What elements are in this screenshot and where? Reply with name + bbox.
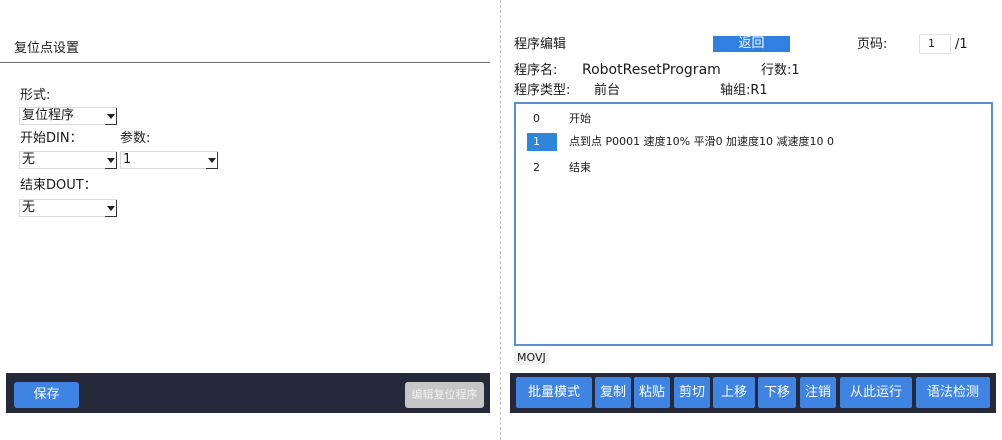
copy-button[interactable]: 复制 bbox=[595, 377, 631, 408]
panel-divider bbox=[500, 0, 501, 440]
line-code: 结束 bbox=[569, 161, 591, 174]
end-dout-select[interactable]: 无 bbox=[19, 199, 117, 217]
line-number: 1 bbox=[527, 133, 557, 151]
program-type: 前台 bbox=[594, 83, 621, 98]
axis-group: 轴组:R1 bbox=[720, 83, 768, 98]
page-label: 页码: bbox=[857, 37, 888, 52]
return-button[interactable]: 返回 bbox=[713, 36, 790, 52]
batch-mode-button[interactable]: 批量模式 bbox=[516, 377, 592, 408]
program-type-label: 程序类型: bbox=[514, 83, 571, 98]
program-name: RobotResetProgram bbox=[582, 62, 721, 78]
run-from-here-button[interactable]: 从此运行 bbox=[840, 377, 912, 408]
param-select[interactable]: 1 bbox=[120, 151, 218, 169]
move-down-button[interactable]: 下移 bbox=[758, 377, 796, 408]
instruction-tag: MOVJ bbox=[514, 350, 549, 365]
line-count: 行数:1 bbox=[761, 63, 800, 78]
form-label: 形式: bbox=[20, 88, 51, 103]
start-din-select[interactable]: 无 bbox=[19, 151, 117, 169]
page-number-input[interactable]: 1 bbox=[919, 34, 951, 54]
form-select[interactable]: 复位程序 bbox=[19, 107, 117, 125]
program-editor[interactable]: 0 开始 1 点到点 P0001 速度10% 平滑0 加速度10 减速度10 0… bbox=[514, 102, 993, 346]
chevron-down-icon bbox=[105, 152, 117, 169]
page-total: /1 bbox=[955, 37, 968, 52]
right-toolbar: 批量模式 复制 粘贴 剪切 上移 下移 注销 从此运行 语法检测 bbox=[510, 373, 996, 413]
end-dout-value: 无 bbox=[22, 200, 36, 215]
program-name-label: 程序名: bbox=[514, 63, 558, 78]
save-button[interactable]: 保存 bbox=[14, 382, 79, 408]
start-din-label: 开始DIN： bbox=[20, 131, 83, 146]
line-number: 0 bbox=[533, 112, 540, 125]
line-number: 2 bbox=[533, 161, 540, 174]
chevron-down-icon bbox=[105, 200, 117, 217]
start-din-value: 无 bbox=[22, 152, 36, 167]
line-code: 点到点 P0001 速度10% 平滑0 加速度10 减速度10 0 bbox=[569, 135, 835, 148]
paste-button[interactable]: 粘贴 bbox=[634, 377, 670, 408]
form-select-value: 复位程序 bbox=[22, 108, 75, 123]
chevron-down-icon bbox=[206, 152, 218, 169]
syntax-check-button[interactable]: 语法检测 bbox=[916, 377, 990, 408]
title-divider bbox=[0, 62, 490, 63]
param-value: 1 bbox=[123, 152, 132, 167]
move-up-button[interactable]: 上移 bbox=[713, 377, 755, 408]
program-edit-title: 程序编辑 bbox=[514, 37, 567, 52]
comment-out-button[interactable]: 注销 bbox=[800, 377, 836, 408]
line-code: 开始 bbox=[569, 112, 591, 125]
end-dout-label: 结束DOUT： bbox=[20, 178, 97, 193]
param-label: 参数: bbox=[120, 131, 151, 146]
edit-reset-program-button[interactable]: 编辑复位程序 bbox=[405, 382, 484, 408]
cut-button[interactable]: 剪切 bbox=[674, 377, 710, 408]
reset-point-settings-title: 复位点设置 bbox=[14, 41, 80, 56]
chevron-down-icon bbox=[105, 108, 117, 125]
